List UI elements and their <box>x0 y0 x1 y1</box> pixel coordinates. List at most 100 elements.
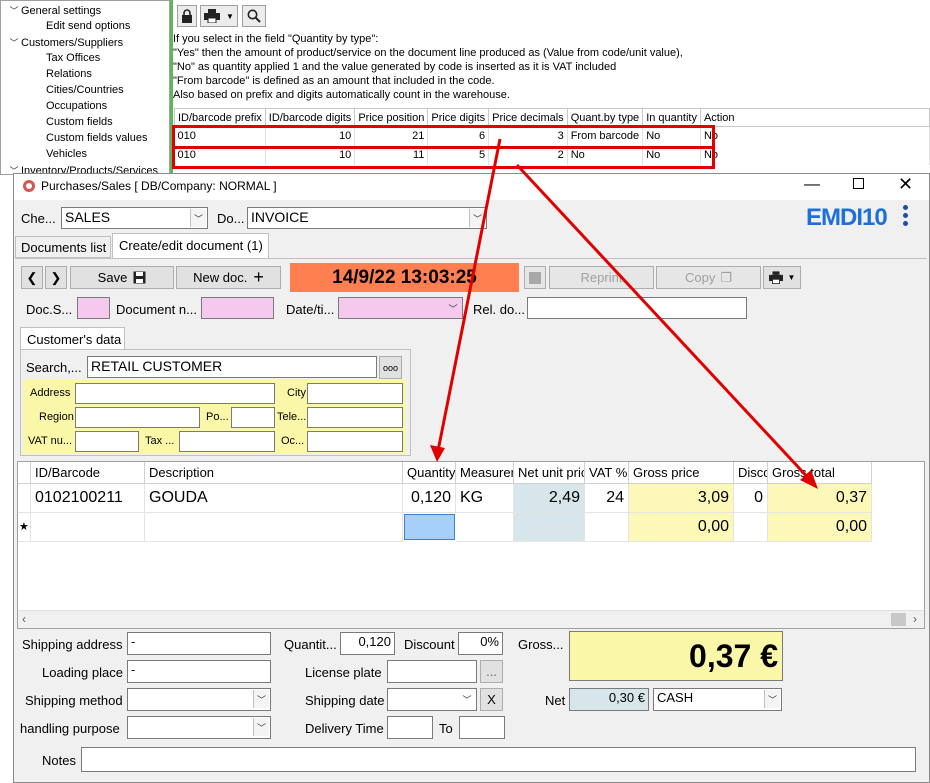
shipping-method-select[interactable]: ﹀ <box>127 688 271 711</box>
grid-cell-discount[interactable] <box>734 513 768 542</box>
chevron-down-icon[interactable]: ﹀ <box>253 718 269 736</box>
print-button[interactable]: ▼ <box>763 266 801 289</box>
tab-documents-list[interactable]: Documents list <box>15 236 111 258</box>
grid-cell-net-unit[interactable] <box>514 513 585 542</box>
tab-customers-data[interactable]: Customer's data <box>20 327 125 349</box>
grid-cell-net-unit[interactable]: 2,49 <box>514 484 585 513</box>
delivery-time-to-field[interactable] <box>459 716 505 739</box>
occupation-field[interactable] <box>307 431 403 452</box>
address-field[interactable] <box>75 383 275 404</box>
clear-date-button[interactable]: X <box>480 688 503 711</box>
license-plate-field[interactable] <box>387 660 477 683</box>
scroll-thumb[interactable] <box>891 613 906 626</box>
discount-field[interactable]: 0% <box>458 632 503 655</box>
doc-number-field[interactable] <box>201 297 274 319</box>
column-header[interactable]: ID/barcode digits <box>264 108 356 127</box>
tab-create-edit-document[interactable]: Create/edit document (1) <box>112 233 269 259</box>
column-header[interactable]: Quant.by type <box>566 108 644 127</box>
column-header[interactable]: ID/barcode prefix <box>174 108 266 127</box>
doc-type-select[interactable]: INVOICE ﹀ <box>247 207 487 229</box>
shipping-address-field[interactable]: - <box>127 632 271 655</box>
disabled-icon-button[interactable] <box>524 266 546 289</box>
vat-field[interactable] <box>75 431 139 452</box>
chevron-down-icon[interactable]: ﹀ <box>253 690 269 708</box>
print-menu-button[interactable]: ▼ <box>200 5 238 27</box>
loading-place-field[interactable]: - <box>127 660 271 683</box>
column-header[interactable]: VAT % <box>585 462 629 484</box>
tree-item-custom-fields[interactable]: Custom fields <box>46 116 113 128</box>
search-button[interactable] <box>242 5 266 27</box>
tax-office-field[interactable] <box>179 431 275 452</box>
region-field[interactable] <box>75 407 200 428</box>
chevron-down-icon[interactable]: ﹀ <box>445 299 461 317</box>
more-menu-icon[interactable] <box>903 205 909 229</box>
chevron-down-icon[interactable]: ﹀ <box>469 209 485 227</box>
grid-cell-measure[interactable]: KG <box>456 484 514 513</box>
row-selector[interactable] <box>18 484 31 513</box>
column-header[interactable]: Description <box>145 462 403 484</box>
tree-item-cities-countries[interactable]: Cities/Countries <box>46 84 124 96</box>
copy-button[interactable]: Copy ❐ <box>656 266 761 289</box>
date-field[interactable]: ﹀ <box>338 297 463 319</box>
chevron-down-icon[interactable]: ﹀ <box>459 690 475 708</box>
chevron-down-icon[interactable]: ﹀ <box>7 4 21 17</box>
grid-cell-gross-price[interactable]: 3,09 <box>629 484 734 513</box>
postal-field[interactable] <box>231 407 275 428</box>
tree-item-custom-fields-values[interactable]: Custom fields values <box>46 132 148 144</box>
grid-cell-discount[interactable]: 0 <box>734 484 768 513</box>
shipping-date-field[interactable]: ﹀ <box>387 688 477 711</box>
rel-doc-field[interactable] <box>527 297 747 319</box>
scroll-left-icon[interactable]: ‹ <box>22 612 26 626</box>
grid-cell-description[interactable] <box>145 513 403 542</box>
minimize-icon[interactable]: — <box>804 176 820 194</box>
grid-cell-vat[interactable]: 24 <box>585 484 629 513</box>
handling-purpose-select[interactable]: ﹀ <box>127 716 271 739</box>
new-row-marker[interactable]: ★ <box>18 513 31 542</box>
lock-button[interactable] <box>177 5 197 27</box>
phone-field[interactable] <box>307 407 403 428</box>
grid-cell-measure[interactable] <box>456 513 514 542</box>
close-icon[interactable]: ✕ <box>898 174 913 195</box>
customer-search-input[interactable]: RETAIL CUSTOMER <box>87 356 377 378</box>
column-header[interactable]: Price decimals <box>488 108 568 127</box>
doc-series-field[interactable] <box>77 297 110 319</box>
horizontal-scrollbar[interactable]: ‹ › <box>18 610 924 628</box>
chevron-down-icon[interactable]: ﹀ <box>7 36 21 49</box>
column-header[interactable]: In quantity <box>642 108 701 127</box>
column-header[interactable]: Price digits <box>427 108 490 127</box>
next-button[interactable]: ❯ <box>45 266 67 289</box>
chevron-down-icon[interactable]: ﹀ <box>190 209 206 227</box>
chevron-down-icon[interactable]: ﹀ <box>764 690 780 708</box>
grid-cell-gross-total[interactable]: 0,00 <box>768 513 872 542</box>
column-header[interactable]: Price position <box>354 108 429 127</box>
notes-field[interactable] <box>81 747 916 772</box>
tree-item-general-settings[interactable]: ﹀ General settings <box>7 4 101 17</box>
license-plate-lookup-button[interactable]: ... <box>480 660 503 683</box>
new-doc-button[interactable]: New doc. + <box>176 266 281 289</box>
tree-item-relations[interactable]: Relations <box>46 68 92 80</box>
grid-cell-description[interactable]: GOUDA <box>145 484 403 513</box>
column-header[interactable]: Gross total <box>768 462 872 484</box>
tree-item-edit-send-options[interactable]: Edit send options <box>46 20 130 32</box>
column-header[interactable]: Action <box>699 108 930 127</box>
grid-cell-id[interactable] <box>31 513 145 542</box>
tree-item-vehicles[interactable]: Vehicles <box>46 148 87 160</box>
column-header[interactable]: Net unit pric <box>514 462 585 484</box>
reprint-button[interactable]: Reprint <box>549 266 654 289</box>
grid-cell-vat[interactable] <box>585 513 629 542</box>
maximize-icon[interactable] <box>853 178 864 189</box>
grid-cell-id[interactable]: 0102100211 <box>31 484 145 513</box>
delivery-time-from-field[interactable] <box>387 716 433 739</box>
column-header[interactable]: Gross price <box>629 462 734 484</box>
grid-cell-quantity-active[interactable] <box>404 514 455 540</box>
scroll-right-icon[interactable]: › <box>913 612 917 626</box>
tree-item-customers-suppliers[interactable]: ﹀ Customers/Suppliers <box>7 36 123 49</box>
city-field[interactable] <box>307 383 403 404</box>
column-header[interactable]: Disco <box>734 462 768 484</box>
tree-item-occupations[interactable]: Occupations <box>46 100 107 112</box>
grid-cell-quantity[interactable]: 0,120 <box>403 484 456 513</box>
grid-cell-gross-price[interactable]: 0,00 <box>629 513 734 542</box>
payment-method-select[interactable]: CASH ﹀ <box>653 688 782 711</box>
save-button[interactable]: Save <box>70 266 174 289</box>
customer-lookup-button[interactable]: ooo <box>379 356 402 379</box>
